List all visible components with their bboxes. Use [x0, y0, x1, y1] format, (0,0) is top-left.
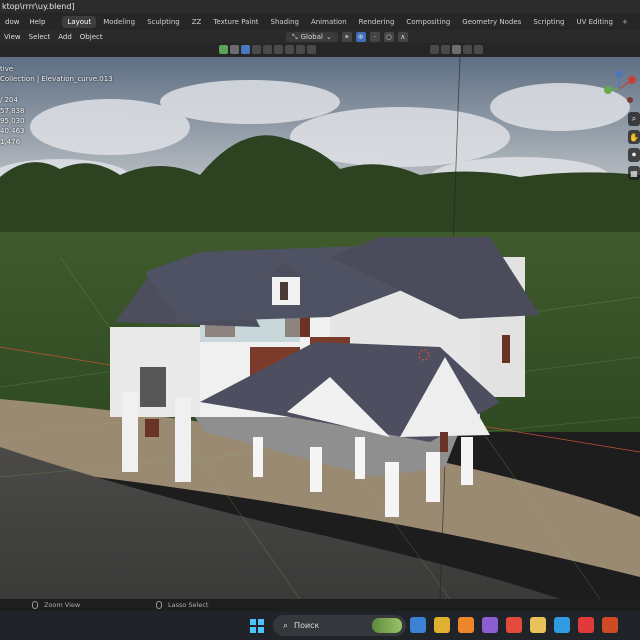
windows-start-icon[interactable]	[250, 619, 264, 633]
tab-shading[interactable]: Shading	[266, 16, 304, 28]
view-options-icon[interactable]	[463, 45, 472, 54]
folder-app-icon[interactable]	[530, 617, 546, 633]
add-workspace-button[interactable]: +	[622, 18, 628, 26]
viewport-toolbar	[0, 43, 640, 57]
search-icon: ⌕	[283, 620, 289, 631]
tab-modeling[interactable]: Modeling	[98, 16, 140, 28]
camera-icon[interactable]: ⏺	[628, 148, 640, 162]
menu-help[interactable]: Help	[24, 18, 50, 26]
chevron-down-icon: ⌄	[325, 32, 332, 41]
blender-app-icon[interactable]	[458, 617, 474, 633]
zoom-icon[interactable]: ⌕	[628, 112, 640, 126]
xray-icon[interactable]	[441, 45, 450, 54]
stats-faces: 40,463	[0, 127, 25, 136]
tab-uv-editing[interactable]: UV Editing	[571, 16, 618, 28]
select-subtract-icon[interactable]	[252, 45, 261, 54]
anydesk-app-icon[interactable]	[578, 617, 594, 633]
lasso-hint-label: Lasso Select	[168, 601, 209, 609]
viewport-stats: tive Collection | Elevation_curve.013 / …	[0, 64, 113, 147]
zoom-hint-label: Zoom View	[44, 601, 81, 609]
tab-animation[interactable]: Animation	[306, 16, 352, 28]
navigation-gizmo[interactable]	[600, 70, 638, 108]
tab-scripting[interactable]: Scripting	[528, 16, 569, 28]
overlay-icon[interactable]	[430, 45, 439, 54]
shading-solid-icon[interactable]	[452, 45, 461, 54]
taskbar-search[interactable]: ⌕ Поиск	[273, 615, 406, 636]
windows-taskbar: ⌕ Поиск	[0, 611, 640, 640]
menu-add[interactable]: Add	[54, 33, 76, 41]
file-explorer-app-icon[interactable]	[434, 617, 450, 633]
navigation-buttons: ⌕ ✋ ⏺ ▦	[628, 112, 640, 180]
snap-icon[interactable]: ⊕	[355, 31, 366, 42]
tab-geometry-nodes[interactable]: Geometry Nodes	[457, 16, 526, 28]
filter-icon[interactable]	[474, 45, 483, 54]
orientation-dropdown[interactable]: ⤡ Global ⌄	[286, 31, 338, 42]
meet-app-icon[interactable]	[410, 617, 426, 633]
transform-controls: ⤡ Global ⌄ ⚭ ⊕ · ○ ∧	[286, 30, 408, 43]
select-mode-group	[219, 45, 316, 55]
edge-app-icon[interactable]	[554, 617, 570, 633]
stats-vertices: 57,838	[0, 106, 25, 115]
stats-mode: tive	[0, 65, 14, 73]
select-invert-icon[interactable]	[263, 45, 272, 54]
topbar: dow Help Layout Modeling Sculpting ZZ Te…	[0, 13, 640, 30]
powerpoint-app-icon[interactable]	[602, 617, 618, 633]
search-placeholder: Поиск	[294, 621, 320, 630]
mouse-icon	[32, 601, 38, 609]
search-highlight-thumbnail	[372, 618, 402, 633]
orientation-icon: ⤡	[292, 32, 298, 41]
stats-objects: / 204	[0, 96, 18, 105]
select-extend-icon[interactable]	[241, 45, 250, 54]
mouse-icon	[156, 601, 162, 609]
viewport-shading-group	[430, 45, 483, 55]
stats-edges: 95,030	[0, 117, 25, 126]
stats-triangles: 1,476	[0, 137, 21, 146]
menu-window[interactable]: dow	[0, 18, 24, 26]
tab-texture-paint[interactable]: Texture Paint	[208, 16, 263, 28]
stats-spacer	[0, 85, 113, 95]
object-mode-icon[interactable]	[219, 45, 228, 54]
orientation-label: Global	[300, 32, 323, 41]
zoom-hint: Zoom View	[32, 599, 80, 611]
3d-viewport[interactable]: tive Collection | Elevation_curve.013 / …	[0, 57, 640, 599]
camera-view-icon[interactable]	[285, 45, 294, 54]
tab-zz[interactable]: ZZ	[187, 16, 207, 28]
lasso-hint: Lasso Select	[156, 599, 208, 611]
menu-object[interactable]: Object	[76, 33, 107, 41]
pivot-icon[interactable]: ⚭	[341, 31, 352, 42]
tab-compositing[interactable]: Compositing	[401, 16, 455, 28]
pinned-apps	[410, 617, 618, 633]
tab-sculpting[interactable]: Sculpting	[142, 16, 185, 28]
tab-layout[interactable]: Layout	[62, 15, 97, 28]
tab-rendering[interactable]: Rendering	[354, 16, 400, 28]
chrome-app-icon[interactable]	[506, 617, 522, 633]
status-bar: Zoom View Lasso Select	[0, 599, 640, 611]
visibility-icon[interactable]	[307, 45, 316, 54]
select-box-icon[interactable]	[230, 45, 239, 54]
menu-select[interactable]: Select	[25, 33, 55, 41]
pan-hand-icon[interactable]: ✋	[628, 130, 640, 144]
grid-view-icon[interactable]: ▦	[628, 166, 640, 180]
light-icon[interactable]	[296, 45, 305, 54]
menu-view[interactable]: View	[0, 33, 25, 41]
window-title: ktop\rrrr\uy.blend]	[0, 0, 640, 13]
stats-collection: Collection | Elevation_curve.013	[0, 75, 113, 84]
proportional-editing-icon[interactable]: ○	[383, 31, 394, 42]
visual-studio-app-icon[interactable]	[482, 617, 498, 633]
falloff-icon[interactable]: ∧	[397, 31, 408, 42]
snap-target-icon[interactable]: ·	[369, 31, 380, 42]
select-intersect-icon[interactable]	[274, 45, 283, 54]
